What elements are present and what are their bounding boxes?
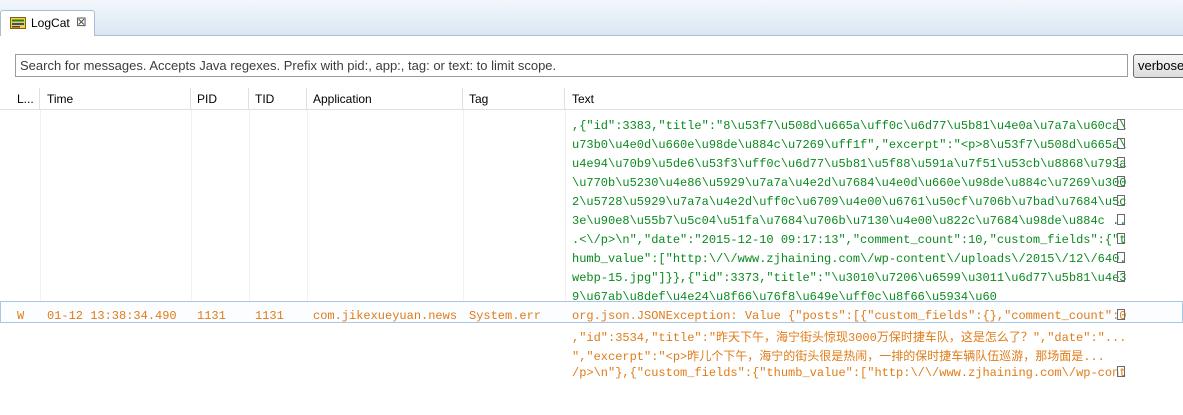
line-break-marker <box>1117 252 1125 263</box>
column-header-time[interactable]: Time <box>40 88 191 110</box>
log-text: \u770b\u5230\u4e86\u5929\u7a7a\u4e2d\u76… <box>572 176 1127 190</box>
log-text: 2\u5728\u5929\u7a7a\u4e2d\uff0c\u6709\u4… <box>572 195 1127 209</box>
column-header-level[interactable]: L... <box>0 88 40 110</box>
logcat-table-header: L... Time PID TID Application Tag Text <box>0 88 1183 110</box>
line-break-marker <box>1117 366 1125 377</box>
tab-logcat[interactable]: LogCat ⊠ <box>0 10 95 36</box>
line-break-marker <box>1117 176 1125 187</box>
line-break-marker <box>1117 195 1125 206</box>
log-line[interactable]: /p>\n"},{"custom_fields":{"thumb_value":… <box>0 361 1183 383</box>
line-break-marker <box>1117 119 1125 130</box>
log-text: ,{"id":3383,"title":"8\u53f7\u508d\u665a… <box>572 119 1127 133</box>
log-text: /p>\n"},{"custom_fields":{"thumb_value":… <box>572 366 1127 380</box>
line-break-marker <box>1117 157 1125 168</box>
line-break-marker <box>1117 271 1125 282</box>
log-text: u4e94\u70b9\u5de6\u53f3\uff0c\u6d77\u5b8… <box>572 157 1127 171</box>
column-header-application[interactable]: Application <box>307 88 463 110</box>
column-header-tag[interactable]: Tag <box>463 88 565 110</box>
close-icon[interactable]: ⊠ <box>76 14 87 30</box>
log-text: webp-15.jpg"]}},{"id":3373,"title":"\u30… <box>572 271 1127 285</box>
log-text: 9\u67ab\u8def\u4e24\u8f66\u76f8\u649e\uf… <box>572 290 997 304</box>
view-tab-bar: LogCat ⊠ <box>0 0 1183 36</box>
log-application: com.jikexueyuan.news <box>313 309 458 323</box>
log-time: 01-12 13:38:34.490 <box>47 309 177 323</box>
log-pid: 1131 <box>197 309 226 323</box>
column-header-pid[interactable]: PID <box>191 88 249 110</box>
column-header-tid[interactable]: TID <box>249 88 307 110</box>
search-input[interactable] <box>15 54 1128 77</box>
log-level: W <box>17 309 25 323</box>
column-header-text[interactable]: Text <box>565 88 1183 110</box>
line-break-marker <box>1117 138 1125 149</box>
log-level-select[interactable]: verbose <box>1133 54 1183 78</box>
log-text: .<\/p>\n","date":"2015-12-10 09:17:13","… <box>572 233 1127 247</box>
log-tag: System.err <box>469 309 542 323</box>
log-text: humb_value":["http:\/\/www.zjhaining.com… <box>572 252 1127 266</box>
line-break-marker <box>1117 214 1125 225</box>
tab-title: LogCat <box>31 16 70 30</box>
log-tid: 1131 <box>255 309 284 323</box>
line-break-marker <box>1117 309 1125 320</box>
log-text: u73b0\u4e0d\u660e\u98de\u884c\u7269\uff1… <box>572 138 1127 152</box>
line-break-marker <box>1117 233 1125 244</box>
log-text: org.json.JSONException: Value {"posts":[… <box>572 309 1127 323</box>
logcat-icon <box>10 17 26 29</box>
log-text: 3e\u90e8\u55b7\u5c04\u51fa\u7684\u706b\u… <box>572 214 1127 228</box>
